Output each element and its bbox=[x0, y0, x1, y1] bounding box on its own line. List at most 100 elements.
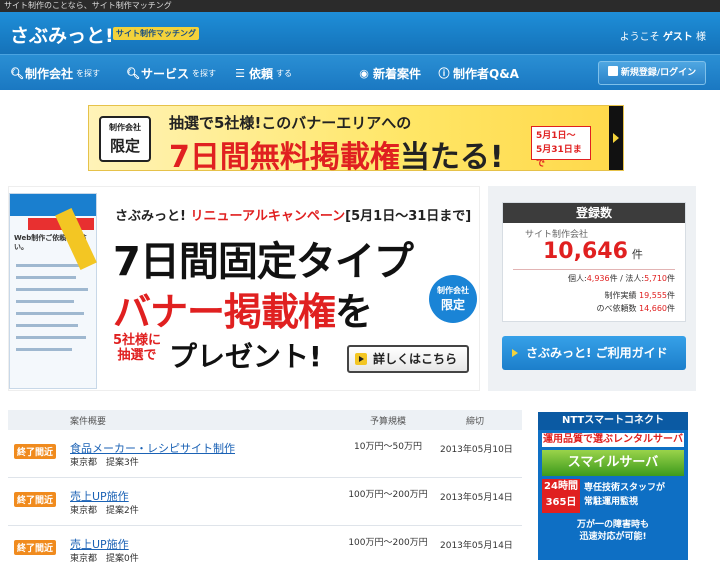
server-ad[interactable]: NTTスマートコネクト 運用品質で選ぶレンタルサーバ スマイルサーバ 24時間 … bbox=[538, 412, 688, 560]
stats-total-value: 10,646 bbox=[543, 239, 628, 264]
ad-mid: 24時間 365日 専任技術スタッフが 常駐運用監視 bbox=[542, 479, 684, 513]
hero-title2-black: を bbox=[335, 290, 373, 334]
stats-divider bbox=[513, 269, 675, 270]
project-budget: 100万円〜200万円 bbox=[348, 538, 428, 548]
welcome-user: ゲスト bbox=[662, 32, 693, 43]
banner-main-black: 当たる! bbox=[399, 140, 504, 175]
nav-request-sub: する bbox=[276, 69, 293, 78]
screenshot-line bbox=[16, 336, 86, 339]
nav-request[interactable]: ☰ 依頼 する bbox=[234, 65, 292, 82]
hero-small-line2: 抽選で bbox=[117, 348, 157, 363]
search-icon: 🔍︎ bbox=[126, 66, 140, 80]
screenshot-line bbox=[16, 264, 86, 267]
limited-seal: 制作会社 限定 bbox=[429, 275, 477, 323]
arrow-right-icon bbox=[512, 349, 518, 357]
hero-title-line1: 7日間固定タイプ bbox=[113, 239, 414, 285]
hero-sub-black: さぶみっと! bbox=[115, 209, 191, 224]
stats-requests-label: のべ依頼数 bbox=[596, 304, 637, 313]
promo-banner[interactable]: 制作会社 限定 抽選で5社様!このバナーエリアへの 7日間無料掲載権当たる! 5… bbox=[88, 105, 624, 175]
project-title-link[interactable]: 売上UP施作 bbox=[70, 536, 129, 552]
hero-sub-red: リニューアルキャンペーン bbox=[190, 209, 346, 224]
nav-request-label: 依頼 bbox=[249, 67, 274, 81]
ending-soon-badge: 終了間近 bbox=[14, 492, 57, 507]
ad-side-line1: 専任技術スタッフが bbox=[584, 483, 666, 493]
welcome-message: ようこそ ゲスト 様 bbox=[620, 28, 706, 43]
ad-red-line2: 365日 bbox=[545, 497, 577, 508]
top-tagline: サイト制作のことなら、サイト制作マッチング bbox=[0, 0, 720, 12]
nav-find-company[interactable]: 🔍︎ 制作会社 を探す bbox=[10, 65, 100, 82]
project-table: 案件概要 予算規模 締切 終了間近 食品メーカー・レシピサイト制作 東京都 提案… bbox=[8, 410, 522, 571]
main-nav: 🔍︎ 制作会社 を探す 🔍︎ サービス を探す ☰ 依頼 する ◉ 新着案件 ⓘ… bbox=[0, 54, 720, 90]
banner-headline: 抽選で5社様!このバナーエリアへの bbox=[169, 114, 412, 132]
screenshot-line bbox=[16, 300, 74, 303]
col-budget: 予算規模 bbox=[370, 417, 407, 427]
stats-requests-value: 14,660 bbox=[639, 304, 667, 313]
nav-find-company-label: 制作会社 bbox=[25, 67, 74, 81]
stats-corp-unit: 件 bbox=[667, 274, 675, 283]
site-logo[interactable]: さぶみっと! bbox=[10, 21, 114, 48]
ad-foot-line2: 迅速対応が可能! bbox=[579, 532, 647, 542]
promo-banner-area: 制作会社 限定 抽選で5社様!このバナーエリアへの 7日間無料掲載権当たる! 5… bbox=[0, 91, 720, 179]
stats-works-unit: 件 bbox=[667, 291, 675, 300]
list-icon: ☰ bbox=[235, 66, 245, 80]
arrow-right-icon bbox=[355, 353, 367, 365]
welcome-suffix: 様 bbox=[696, 32, 706, 43]
banner-badge-top: 制作会社 bbox=[109, 123, 141, 132]
screenshot-line bbox=[16, 288, 88, 291]
banner-arrow-icon bbox=[609, 106, 623, 170]
ad-lead: 運用品質で選ぶレンタルサーバ bbox=[542, 433, 684, 447]
bullet-icon: ◉ bbox=[359, 66, 369, 80]
site-header: さぶみっと! サイト制作マッチング ようこそ ゲスト 様 bbox=[0, 12, 720, 54]
stats-corp-label: 件 / 法人: bbox=[609, 274, 645, 283]
campaign-hero[interactable]: Web制作ご依頼ください。 さぶみっと! リニューアルキャンペーン[5月1日〜3… bbox=[8, 186, 480, 391]
ad-footer-text: 万が一の障害時も 迅速対応が可能! bbox=[542, 519, 684, 543]
seal-bottom: 限定 bbox=[440, 298, 465, 312]
screenshot-line bbox=[16, 312, 84, 315]
usage-guide-button[interactable]: さぶみっと! ご利用ガイド bbox=[502, 336, 686, 370]
project-budget: 100万円〜200万円 bbox=[348, 490, 428, 500]
banner-badge: 制作会社 限定 bbox=[99, 116, 151, 162]
search-icon: 🔍︎ bbox=[10, 66, 24, 80]
banner-date-end: 5月31日まで bbox=[536, 145, 582, 169]
nav-find-service-sub: を探す bbox=[192, 69, 217, 78]
ad-logo: スマイルサーバ bbox=[542, 450, 684, 476]
project-title-link[interactable]: 売上UP施作 bbox=[70, 488, 129, 504]
info-icon: ⓘ bbox=[438, 66, 450, 80]
signup-login-button[interactable]: 新規登録/ログイン bbox=[598, 61, 706, 85]
project-meta: 東京都 提案0件 bbox=[70, 554, 139, 564]
screenshot-line bbox=[16, 276, 76, 279]
details-button-label: 詳しくはこちら bbox=[373, 352, 458, 366]
nav-qa-label: 制作者Q&A bbox=[453, 67, 519, 81]
project-deadline: 2013年05月14日 bbox=[440, 493, 513, 503]
nav-find-service[interactable]: 🔍︎ サービス を探す bbox=[126, 65, 216, 82]
stats-requests-unit: 件 bbox=[667, 304, 675, 313]
seal-top: 制作会社 bbox=[437, 286, 469, 295]
hero-present-text: プレゼント! bbox=[169, 340, 322, 373]
project-meta: 東京都 提案2件 bbox=[70, 506, 139, 516]
usage-guide-label: さぶみっと! ご利用ガイド bbox=[526, 346, 668, 360]
nav-new-projects[interactable]: ◉ 新着案件 bbox=[358, 65, 421, 82]
hero-small-line1: 5社様に bbox=[113, 333, 162, 348]
ad-red-line1: 24時間 bbox=[544, 481, 578, 492]
project-deadline: 2013年05月14日 bbox=[440, 541, 513, 551]
banner-main-red: 7日間無料掲載権 bbox=[169, 140, 400, 175]
hero-title2-red: バナー掲載権 bbox=[113, 290, 336, 334]
hero-lottery-text: 5社様に 抽選で bbox=[113, 333, 161, 363]
table-header: 案件概要 予算規模 締切 bbox=[8, 410, 522, 430]
stats-works-value: 19,555 bbox=[639, 291, 667, 300]
screenshot-line bbox=[16, 324, 78, 327]
stats-total-unit: 件 bbox=[631, 248, 643, 261]
nav-qa[interactable]: ⓘ 制作者Q&A bbox=[438, 65, 519, 82]
project-title-link[interactable]: 食品メーカー・レシピサイト制作 bbox=[70, 440, 235, 456]
hero-sub-dates: [5月1日〜31日まで] bbox=[345, 209, 472, 224]
ending-soon-badge: 終了間近 bbox=[14, 444, 57, 459]
stats-total: 10,646 件 bbox=[543, 240, 685, 267]
ad-foot-line1: 万が一の障害時も bbox=[576, 520, 649, 530]
details-button[interactable]: 詳しくはこちら bbox=[347, 345, 469, 373]
stats-heading: 登録数 bbox=[503, 203, 685, 223]
hero-subtitle: さぶみっと! リニューアルキャンペーン[5月1日〜31日まで] bbox=[115, 205, 471, 224]
signup-login-label: 新規登録/ログイン bbox=[620, 68, 697, 78]
registration-stats: 登録数 サイト制作会社 10,646 件 個人:4,936件 / 法人:5,710… bbox=[488, 186, 696, 391]
stats-box: 登録数 サイト制作会社 10,646 件 個人:4,936件 / 法人:5,710… bbox=[502, 202, 686, 322]
stats-breakdown: 個人:4,936件 / 法人:5,710件 bbox=[503, 272, 685, 285]
